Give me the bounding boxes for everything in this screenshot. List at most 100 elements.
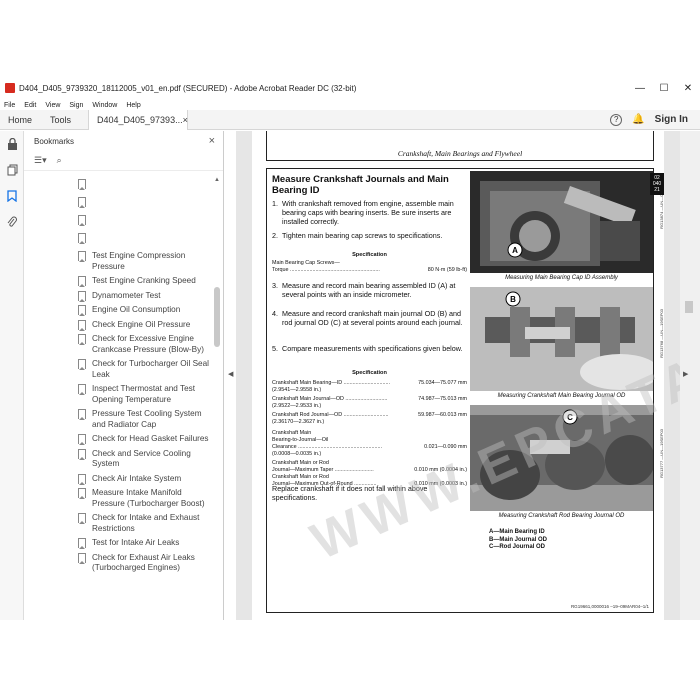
bookmark-item[interactable]: Check for Head Gasket Failures — [24, 432, 212, 447]
content-frame: Measure Crankshaft Journals and Main Bea… — [266, 168, 664, 613]
bookmark-icon[interactable] — [0, 183, 24, 209]
menu-view[interactable]: View — [45, 102, 60, 109]
bookmark-item[interactable]: Check for Excessive Engine Crankcase Pre… — [24, 332, 212, 357]
photo-main-bearing-cap: A — [470, 171, 653, 273]
pdf-page: Crankshaft, Main Bearings and Flywheel M… — [252, 131, 680, 620]
taper-row: Journal—Maximum Taper ..................… — [272, 467, 467, 474]
clearance-row: Clearance ..............................… — [272, 444, 467, 451]
bookmark-ribbon-icon — [78, 513, 86, 524]
spec-value-imperial: (2.36170—2.3627 in.) — [272, 419, 325, 425]
tab-document[interactable]: D404_D405_97393... × — [88, 109, 188, 130]
tab-bar: Home Tools D404_D405_97393... × ? 🔔 Sign… — [0, 109, 700, 130]
bookmark-ribbon-icon — [78, 434, 86, 445]
taper-value: 0.010 mm (0.0004 in.) — [414, 467, 467, 473]
bookmark-ribbon-icon — [78, 179, 86, 190]
tab-tools[interactable]: Tools — [42, 110, 88, 130]
clearance-label-3: Clearance ..............................… — [272, 444, 382, 450]
find-bookmark-icon[interactable]: ⌕ — [57, 155, 62, 166]
bookmark-label: Check and Service Cooling System — [92, 448, 191, 469]
bookmark-item[interactable]: Test Engine Cranking Speed — [24, 274, 212, 289]
document-scroll-thumb[interactable] — [685, 301, 693, 313]
tab-document-label: D404_D405_97393... — [97, 114, 183, 125]
menu-sign[interactable]: Sign — [69, 102, 83, 109]
clearance-label-1: Crankshaft Main — [272, 430, 312, 436]
bookmark-label: Check for Exhaust Air Leaks (Turbocharge… — [92, 552, 195, 573]
spec-label: Crankshaft Rod Journal—OD ..............… — [272, 412, 389, 418]
bookmark-item[interactable] — [24, 195, 212, 213]
copy-pages-icon[interactable] — [0, 157, 24, 183]
bookmark-ribbon-icon — [78, 276, 86, 287]
bookmark-item[interactable]: Check Engine Oil Pressure — [24, 318, 212, 333]
bookmarks-scrollbar[interactable]: ▲ — [213, 177, 221, 620]
tab-close-button[interactable]: × — [183, 115, 188, 125]
caption-2: Measuring Crankshaft Main Bearing Journa… — [497, 393, 626, 399]
minimize-button[interactable]: — — [628, 83, 652, 94]
tab-home[interactable]: Home — [0, 110, 42, 130]
bookmark-item[interactable]: Check for Intake and Exhaust Restriction… — [24, 511, 212, 536]
spec-row: Crankshaft Main Journal—OD .............… — [272, 396, 467, 403]
title-bar: D404_D405_9739320_18112005_v01_en.pdf (S… — [0, 78, 700, 98]
bookmark-item[interactable] — [24, 213, 212, 231]
left-tool-rail — [0, 131, 24, 620]
bookmark-ribbon-icon — [78, 197, 86, 208]
expand-right-arrow-icon[interactable]: ▶ — [683, 370, 688, 378]
bookmark-item[interactable]: Dynamometer Test — [24, 289, 212, 304]
bookmark-ribbon-icon — [78, 384, 86, 395]
spec-row: Crankshaft Main Bearing—ID .............… — [272, 380, 467, 387]
callout-b: B — [510, 295, 516, 304]
bookmark-ribbon-icon — [78, 488, 86, 499]
bookmarks-scroll-thumb[interactable] — [214, 287, 220, 347]
acrobat-app-icon — [5, 83, 15, 93]
bookmark-ribbon-icon — [78, 552, 86, 564]
bookmark-item[interactable]: Engine Oil Consumption — [24, 303, 212, 318]
bookmark-label: Check for Excessive Engine Crankcase Pre… — [92, 334, 204, 354]
help-icon[interactable]: ? — [610, 113, 623, 126]
bookmark-label: Test Engine Cranking Speed — [92, 276, 196, 285]
bookmark-item[interactable]: Check for Turbocharger Oil Seal Leak — [24, 357, 212, 382]
bookmark-label: Measure Intake Manifold Pressure (Turboc… — [92, 488, 205, 508]
options-menu-icon[interactable]: ☰▾ — [34, 155, 47, 166]
bell-icon[interactable]: 🔔 — [632, 114, 644, 125]
menu-file[interactable]: File — [4, 102, 15, 109]
bookmark-item[interactable]: Inspect Thermostat and Test Opening Temp… — [24, 382, 212, 407]
spec-1-torque-label: Torque .................................… — [272, 267, 380, 273]
bookmark-item[interactable]: Test Engine Compression Pressure — [24, 249, 212, 274]
photo-id-3: RG13777 —UN—19SEP03 — [659, 429, 664, 478]
menu-window[interactable]: Window — [92, 102, 117, 109]
bookmarks-toolbar: ☰▾ ⌕ — [24, 151, 223, 171]
bookmark-label: Check for Turbocharger Oil Seal Leak — [92, 359, 209, 379]
spec-1-row: Torque .................................… — [272, 267, 467, 274]
menu-help[interactable]: Help — [126, 102, 140, 109]
close-window-button[interactable]: ✕ — [676, 83, 700, 94]
bookmarks-panel: Bookmarks × ☰▾ ⌕ Test Engine Compression… — [24, 131, 224, 620]
step-4-text: Measure and record crankshaft main journ… — [282, 309, 463, 327]
oor-label-1: Crankshaft Main or Rod — [272, 474, 329, 480]
scroll-up-icon[interactable]: ▲ — [213, 177, 221, 183]
bookmark-ribbon-icon — [78, 359, 86, 370]
collapse-panel-arrow-icon[interactable]: ◀ — [228, 370, 233, 378]
close-panel-button[interactable]: × — [209, 135, 215, 147]
clearance-label-2: Bearing-to-Journal—Oil — [272, 437, 329, 443]
bookmark-label: Engine Oil Consumption — [92, 305, 181, 314]
legend-b: B—Main Journal OD — [489, 536, 548, 543]
photo-main-journal: B — [470, 287, 653, 391]
bookmark-label: Test Engine Compression Pressure — [92, 251, 186, 271]
maximize-button[interactable]: ☐ — [652, 83, 676, 94]
menu-edit[interactable]: Edit — [24, 102, 36, 109]
bookmark-item[interactable]: Check Air Intake System — [24, 472, 212, 487]
bookmark-item[interactable]: Check for Exhaust Air Leaks (Turbocharge… — [24, 551, 212, 576]
bookmark-item[interactable]: Check and Service Cooling System — [24, 447, 212, 472]
spec-1-label: Main Bearing Cap Screws— — [272, 260, 340, 266]
sign-in-button[interactable]: Sign In — [655, 114, 688, 125]
lock-icon[interactable] — [0, 131, 24, 157]
bookmark-label: Inspect Thermostat and Test Opening Temp… — [92, 384, 196, 404]
bookmark-item[interactable] — [24, 177, 212, 195]
document-viewer[interactable]: Crankshaft, Main Bearings and Flywheel M… — [236, 131, 680, 620]
attachment-icon[interactable] — [0, 209, 24, 235]
bookmark-item[interactable]: Measure Intake Manifold Pressure (Turboc… — [24, 486, 212, 511]
bookmark-item[interactable] — [24, 231, 212, 249]
callout-c: C — [567, 413, 573, 422]
bookmark-item[interactable]: Pressure Test Cooling System and Radiato… — [24, 407, 212, 432]
taper-label-1: Crankshaft Main or Rod — [272, 460, 329, 466]
bookmark-item[interactable]: Test for Intake Air Leaks — [24, 536, 212, 551]
